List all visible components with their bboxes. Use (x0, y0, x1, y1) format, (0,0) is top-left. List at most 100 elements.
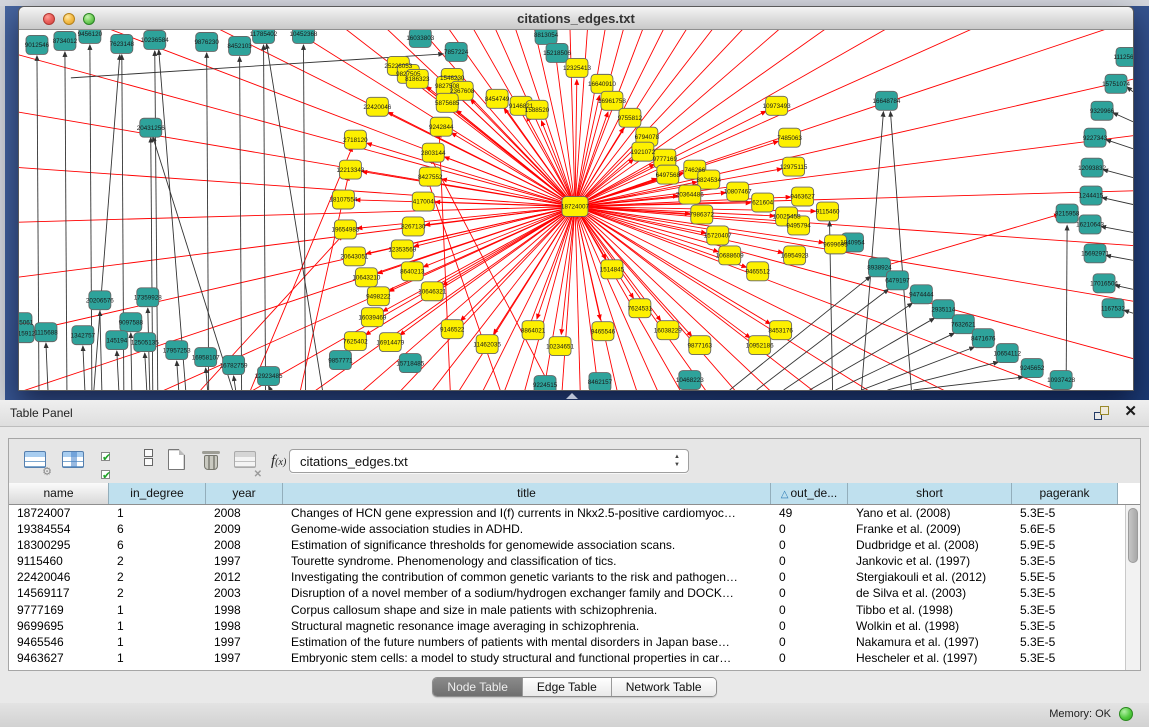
table-row[interactable]: 1872400712008Changes of HCN gene express… (9, 505, 1140, 521)
table-selector-dropdown[interactable]: citations_edges.txt ▲▼ (289, 449, 689, 473)
cell-in_degree: 2 (109, 553, 206, 569)
svg-text:8452103: 8452103 (227, 43, 252, 50)
table-row[interactable]: 969969511998Structural magnetic resonanc… (9, 618, 1140, 634)
table-rows[interactable]: 1872400712008Changes of HCN gene express… (9, 505, 1140, 666)
close-panel-icon[interactable]: ✕ (1124, 404, 1137, 420)
svg-text:7632621: 7632621 (951, 321, 976, 328)
svg-text:12093832: 12093832 (1078, 165, 1106, 172)
network-window-titlebar[interactable]: citations_edges.txt (19, 7, 1133, 30)
cell-title: Corpus callosum shape and size in male p… (283, 602, 771, 618)
column-header-in_degree[interactable]: in_degree (109, 483, 206, 504)
cell-title: Investigating the contribution of common… (283, 569, 771, 585)
table-row[interactable]: 946554611997Estimation of the future num… (9, 634, 1140, 650)
svg-text:9498222: 9498222 (366, 293, 391, 300)
svg-text:9097588: 9097588 (119, 319, 144, 326)
svg-text:2718120: 2718120 (343, 137, 368, 144)
svg-text:17016504: 17016504 (1090, 280, 1118, 287)
tab-edge-table[interactable]: Edge Table (523, 678, 612, 696)
memory-status-label: Memory: OK (1049, 708, 1111, 720)
column-header-year[interactable]: year (206, 483, 283, 504)
cell-in_degree: 6 (109, 537, 206, 553)
svg-text:16038229: 16038229 (654, 327, 682, 334)
svg-text:9465512: 9465512 (745, 269, 770, 276)
svg-text:18724007: 18724007 (561, 204, 589, 211)
svg-text:417004: 417004 (413, 199, 434, 206)
svg-text:9777169: 9777169 (653, 156, 678, 163)
row-selection-button[interactable]: ✔✔ (101, 448, 127, 474)
network-view-window[interactable]: citations_edges.txt 90125468734012945612… (18, 6, 1134, 391)
column-header-out_de[interactable]: △out_de... (771, 483, 848, 504)
cell-year: 2012 (206, 569, 283, 585)
svg-text:9857771: 9857771 (328, 357, 353, 364)
svg-text:12353569: 12353569 (388, 247, 416, 254)
svg-text:7625402: 7625402 (343, 338, 368, 345)
svg-text:10452368: 10452368 (290, 31, 318, 38)
cell-in_degree: 1 (109, 618, 206, 634)
cell-short: Tibbo et al. (1998) (848, 602, 1012, 618)
svg-text:20364486: 20364486 (676, 192, 704, 199)
vertical-scrollbar[interactable] (1125, 505, 1140, 670)
cell-out_de: 0 (771, 634, 848, 650)
svg-text:12325413: 12325413 (563, 65, 591, 72)
cell-title: Changes of HCN gene expression and I(f) … (283, 505, 771, 521)
tab-node-table[interactable]: Node Table (433, 678, 523, 696)
network-graph[interactable]: 9012546873401294561207623148102365849876… (19, 30, 1133, 390)
svg-text:25226053: 25226053 (384, 63, 412, 70)
table-mode-button[interactable]: ⚙ (23, 448, 49, 474)
table-tabs[interactable]: Node TableEdge TableNetwork Table (432, 677, 716, 697)
svg-text:17359928: 17359928 (134, 294, 162, 301)
delete-column-button[interactable] (199, 448, 225, 474)
table-header-row[interactable]: namein_degreeyeartitle△out_de...shortpag… (9, 483, 1140, 505)
svg-text:8453176: 8453176 (768, 327, 793, 334)
cell-out_de: 0 (771, 602, 848, 618)
column-header-name[interactable]: name (9, 483, 109, 504)
table-row[interactable]: 977716911998Corpus callosum shape and si… (9, 602, 1140, 618)
create-column-button[interactable] (165, 448, 191, 474)
cell-short: Yano et al. (2008) (848, 505, 1012, 521)
svg-text:10234651: 10234651 (546, 343, 574, 350)
node-table[interactable]: namein_degreeyeartitle△out_de...shortpag… (9, 483, 1140, 670)
table-row[interactable]: 1456911722003Disruption of a novel membe… (9, 585, 1140, 601)
cell-pagerank: 5.3E-5 (1012, 602, 1118, 618)
column-header-short[interactable]: short (848, 483, 1012, 504)
memory-ok-icon[interactable] (1119, 707, 1133, 721)
cell-name: 9465546 (9, 634, 109, 650)
float-panel-icon[interactable] (1094, 406, 1109, 420)
cell-name: 22420046 (9, 569, 109, 585)
table-selector-value: citations_edges.txt (300, 454, 408, 469)
svg-text:9245652: 9245652 (1020, 365, 1045, 372)
combo-arrows-icon: ▲▼ (674, 453, 680, 469)
table-row[interactable]: 946362711997Embryonic stem cells: a mode… (9, 650, 1140, 666)
table-row[interactable]: 911546021997Tourette syndrome. Phenomeno… (9, 553, 1140, 569)
cell-year: 2008 (206, 505, 283, 521)
table-row[interactable]: 2242004622012Investigating the contribut… (9, 569, 1140, 585)
svg-text:10952186: 10952186 (746, 342, 774, 349)
svg-text:19654983: 19654983 (331, 227, 359, 234)
tab-network-table[interactable]: Network Table (612, 678, 716, 696)
network-canvas[interactable]: 9012546873401294561207623148102365849876… (19, 30, 1133, 390)
column-visibility-button[interactable] (61, 448, 87, 474)
column-header-pagerank[interactable]: pagerank (1012, 483, 1118, 504)
svg-text:16954923: 16954923 (781, 253, 809, 260)
svg-text:15218506: 15218506 (543, 50, 571, 57)
cell-in_degree: 1 (109, 602, 206, 618)
import-table-button[interactable]: ✕ (233, 448, 259, 474)
svg-text:9755812: 9755812 (618, 115, 643, 122)
cell-pagerank: 5.3E-5 (1012, 650, 1118, 666)
rows-button[interactable] (135, 448, 161, 474)
svg-text:9227343: 9227343 (1083, 135, 1108, 142)
cell-out_de: 0 (771, 553, 848, 569)
table-row[interactable]: 1938455462009Genome-wide association stu… (9, 521, 1140, 537)
svg-text:11462035: 11462035 (473, 341, 501, 348)
table-row[interactable]: 1830029562008Estimation of significance … (9, 537, 1140, 553)
column-header-title[interactable]: title (283, 483, 771, 504)
svg-text:10025458: 10025458 (773, 214, 801, 221)
cell-short: de Silva et al. (2003) (848, 585, 1012, 601)
svg-text:6479197: 6479197 (885, 278, 910, 285)
cell-short: Dudbridge et al. (2008) (848, 537, 1012, 553)
trash-icon (203, 450, 219, 470)
svg-text:1921072: 1921072 (631, 149, 656, 156)
scrollbar-thumb[interactable] (1128, 508, 1138, 563)
svg-text:2935114: 2935114 (931, 306, 955, 313)
panel-splitter-handle[interactable] (566, 393, 578, 399)
